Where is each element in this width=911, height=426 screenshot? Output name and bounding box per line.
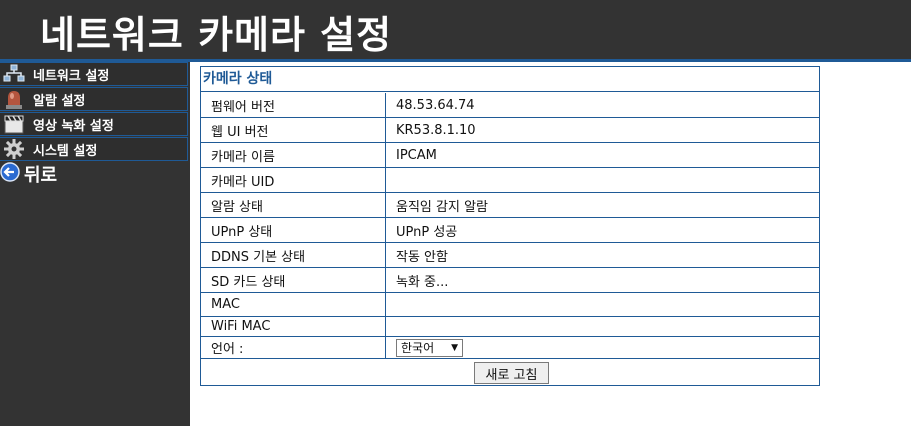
language-cell: 한국어 ▼ (386, 337, 819, 358)
back-label: 뒤로 (24, 165, 58, 186)
table-row: WiFi MAC (201, 317, 819, 337)
row-value: 48.53.64.74 (396, 97, 475, 113)
table-row: 알람 상태 움직임 감지 알람 (201, 193, 819, 218)
language-selected-value: 한국어 (401, 341, 435, 355)
sidebar-item-video-record[interactable]: 영상 녹화 설정 (0, 112, 188, 136)
row-value (386, 317, 819, 336)
row-value: IPCAM (396, 147, 437, 163)
sidebar-item-network[interactable]: 네트워크 설정 (0, 62, 188, 86)
sidebar-item-system[interactable]: 시스템 설정 (0, 137, 188, 161)
row-label: WiFi MAC (201, 317, 386, 336)
sidebar-item-label: 영상 녹화 설정 (33, 118, 114, 134)
sidebar: 네트워크 설정 알람 설정 영상 녹화 설정 시스템 설정 뒤로 (0, 62, 190, 426)
table-row: 카메라 UID (201, 168, 819, 193)
row-label: SD 카드 상태 (201, 268, 386, 292)
panel-title: 카메라 상태 (201, 67, 819, 92)
back-arrow-icon (0, 162, 20, 186)
table-row: 웹 UI 버전 KR53.8.1.10 (201, 118, 819, 143)
alarm-icon (2, 88, 26, 110)
sidebar-item-label: 시스템 설정 (33, 143, 98, 159)
table-row: UPnP 상태 UPnP 성공 (201, 218, 819, 243)
row-label: 웹 UI 버전 (201, 118, 386, 142)
row-value: 작동 안함 (396, 249, 448, 265)
dropdown-arrow-icon: ▼ (451, 342, 458, 353)
sidebar-item-alarm[interactable]: 알람 설정 (0, 87, 188, 111)
table-row: 카메라 이름 IPCAM (201, 143, 819, 168)
header-bar: 네트워크 카메라 설정 (0, 0, 911, 59)
row-value: KR53.8.1.10 (396, 122, 476, 138)
row-label: DDNS 기본 상태 (201, 243, 386, 267)
row-label: 카메라 이름 (201, 143, 386, 167)
refresh-button[interactable]: 새로 고침 (474, 362, 549, 384)
table-row: 펌웨어 버전 48.53.64.74 (201, 93, 819, 118)
language-row: 언어 : 한국어 ▼ (201, 337, 819, 359)
row-value (386, 293, 819, 316)
row-value: 녹화 중... (396, 274, 449, 290)
back-link[interactable]: 뒤로 (0, 162, 57, 186)
row-label: 펌웨어 버전 (201, 93, 386, 117)
gear-icon (2, 138, 26, 160)
network-icon (2, 63, 26, 85)
language-label: 언어 : (201, 337, 386, 358)
sidebar-item-label: 네트워크 설정 (33, 68, 110, 84)
table-row: DDNS 기본 상태 작동 안함 (201, 243, 819, 268)
row-label: UPnP 상태 (201, 218, 386, 242)
table-row: SD 카드 상태 녹화 중... (201, 268, 819, 293)
language-select[interactable]: 한국어 ▼ (396, 338, 463, 357)
row-label: 알람 상태 (201, 193, 386, 217)
row-label: MAC (201, 293, 386, 316)
page-title: 네트워크 카메라 설정 (40, 13, 393, 57)
camera-status-panel: 카메라 상태 펌웨어 버전 48.53.64.74 웹 UI 버전 KR53.8… (200, 66, 820, 386)
row-value: UPnP 성공 (396, 224, 458, 240)
sidebar-item-label: 알람 설정 (33, 93, 86, 109)
row-value: 움직임 감지 알람 (396, 199, 488, 215)
table-row: MAC (201, 293, 819, 317)
video-record-icon (2, 113, 26, 135)
row-label: 카메라 UID (201, 168, 386, 192)
row-value (386, 168, 819, 192)
